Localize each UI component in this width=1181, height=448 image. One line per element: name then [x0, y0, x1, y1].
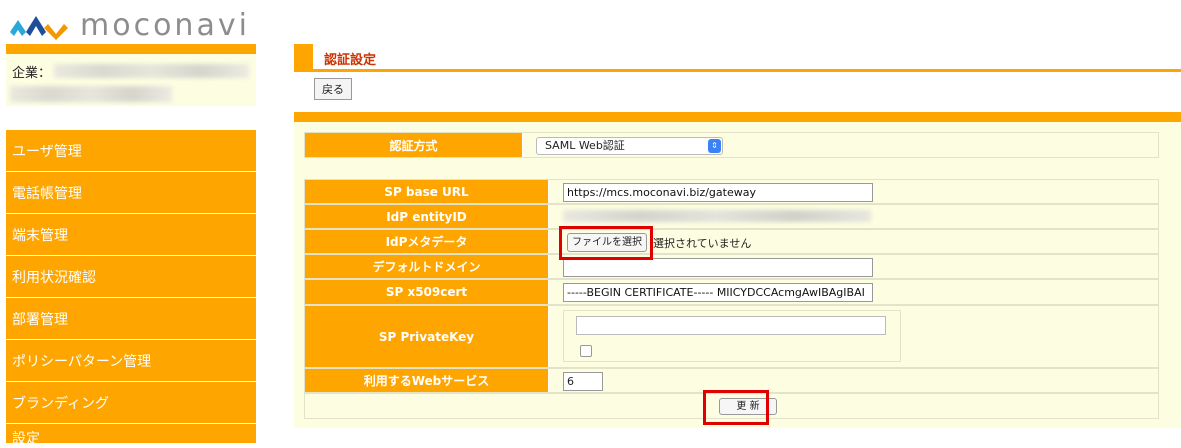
page-header: 認証設定 — [294, 44, 1181, 72]
auth-method-value: SAML Web認証 — [545, 139, 625, 152]
sp-x509cert-label: SP x509cert — [305, 280, 549, 304]
idp-entityid-row: IdP entityID — [304, 204, 1159, 229]
sp-privatekey-row: SP PrivateKey — [304, 305, 1159, 368]
idp-metadata-row: IdPメタデータ ファイルを選択 選択されていません — [304, 229, 1159, 254]
sidebar-nav: ユーザ管理 電話帳管理 端末管理 利用状況確認 部署管理 ポリシーパターン管理 … — [6, 130, 256, 444]
sp-base-url-row: SP base URL https://mcs.moconavi.biz/gat… — [304, 179, 1159, 204]
sp-base-url-input[interactable]: https://mcs.moconavi.biz/gateway — [563, 183, 873, 202]
company-label: 企業： — [12, 66, 52, 81]
company-name-redacted — [54, 64, 249, 78]
title-accent — [294, 44, 313, 69]
sp-privatekey-input[interactable] — [576, 316, 886, 335]
moconavi-logo-icon — [10, 16, 68, 40]
user-name-redacted — [10, 86, 172, 102]
sp-privatekey-box — [563, 310, 901, 362]
brand-name: moconavi — [80, 7, 250, 43]
sidebar-item-phonebook[interactable]: 電話帳管理 — [6, 172, 256, 214]
company-info: 企業： — [6, 44, 256, 106]
sidebar-item-policy-patterns[interactable]: ポリシーパターン管理 — [6, 340, 256, 382]
highlight-update-button — [703, 390, 769, 425]
page-title: 認証設定 — [324, 53, 377, 68]
web-service-input[interactable]: 6 — [563, 372, 603, 391]
sp-x509cert-input[interactable]: -----BEGIN CERTIFICATE----- MIICYDCCAcmg… — [563, 283, 873, 302]
idp-entityid-redacted — [563, 210, 871, 222]
sidebar-item-users[interactable]: ユーザ管理 — [6, 130, 256, 172]
sp-privatekey-label: SP PrivateKey — [305, 306, 549, 367]
idp-entityid-label: IdP entityID — [305, 205, 549, 228]
auth-method-select[interactable]: SAML Web認証 ⇕ — [536, 137, 723, 155]
sidebar-item-branding[interactable]: ブランディング — [6, 382, 256, 424]
auth-method-label: 認証方式 — [305, 133, 523, 157]
auth-method-row: 認証方式 SAML Web認証 ⇕ — [304, 132, 1159, 158]
logo: moconavi — [8, 7, 250, 43]
no-file-selected-text: 選択されていません — [653, 237, 752, 250]
auth-settings-panel: 認証方式 SAML Web認証 ⇕ SP base URL https://mc… — [294, 112, 1181, 428]
sidebar-item-usage[interactable]: 利用状況確認 — [6, 256, 256, 298]
default-domain-row: デフォルトドメイン — [304, 254, 1159, 279]
select-arrows-icon: ⇕ — [708, 139, 721, 153]
sidebar-item-devices[interactable]: 端末管理 — [6, 214, 256, 256]
web-service-label: 利用するWebサービス — [305, 369, 549, 392]
sidebar-item-settings[interactable]: 設定 — [6, 424, 256, 444]
sidebar-item-departments[interactable]: 部署管理 — [6, 298, 256, 340]
default-domain-label: デフォルトドメイン — [305, 255, 549, 278]
sp-base-url-label: SP base URL — [305, 180, 549, 203]
back-button[interactable]: 戻る — [314, 78, 352, 100]
idp-metadata-label: IdPメタデータ — [305, 230, 549, 253]
sp-x509cert-row: SP x509cert -----BEGIN CERTIFICATE----- … — [304, 279, 1159, 305]
highlight-choose-file — [559, 226, 653, 260]
sp-privatekey-checkbox[interactable] — [580, 345, 592, 357]
default-domain-input[interactable] — [563, 258, 873, 277]
